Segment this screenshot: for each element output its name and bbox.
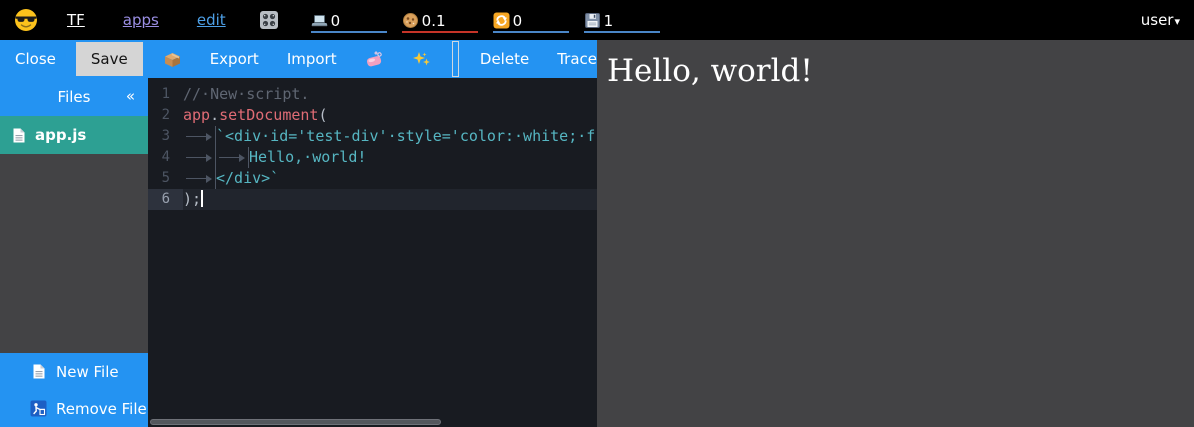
app-window: TF apps edit 0 0.1 0 1 user▾ Close Save Export I… bbox=[0, 0, 1194, 427]
stat-value: 0 bbox=[513, 13, 523, 29]
action-label: New File bbox=[56, 363, 119, 381]
code-token: setDocument bbox=[219, 106, 318, 124]
user-menu[interactable]: user▾ bbox=[1141, 11, 1180, 29]
line-content: ); bbox=[183, 189, 597, 210]
remove-file-button[interactable]: Remove File bbox=[0, 390, 148, 427]
new-file-button[interactable]: New File bbox=[0, 353, 148, 390]
line-number: 2 bbox=[148, 105, 183, 126]
import-button[interactable]: Import bbox=[287, 50, 337, 68]
editor-pane: Close Save Export Import Delete Trace Files «… bbox=[0, 40, 597, 427]
file-item-app.js[interactable]: app.js bbox=[0, 116, 148, 154]
delete-button[interactable]: Delete bbox=[480, 50, 529, 68]
code-line-2[interactable]: 2app.setDocument( bbox=[148, 105, 597, 126]
stat-value: 0.1 bbox=[422, 13, 446, 29]
code-line-6[interactable]: 6); bbox=[148, 189, 597, 210]
topbar-link-tf[interactable]: TF bbox=[67, 11, 85, 29]
stat-laptop[interactable]: 0 bbox=[311, 7, 387, 33]
tab-arrow-icon bbox=[216, 147, 249, 168]
line-content: </div>` bbox=[183, 168, 597, 189]
control-knobs-icon[interactable] bbox=[259, 10, 279, 30]
sidebar-actions: New File Remove File bbox=[0, 353, 148, 427]
line-content: //·New·script. bbox=[183, 84, 597, 105]
code-token: . bbox=[210, 106, 219, 124]
laptop-icon bbox=[311, 12, 328, 29]
tab-arrow-icon bbox=[183, 168, 216, 189]
output-text: Hello, world! bbox=[607, 53, 1194, 89]
soap-icon[interactable] bbox=[365, 50, 384, 69]
code-token: ( bbox=[318, 106, 327, 124]
floppy-disk-icon bbox=[584, 12, 601, 29]
horizontal-scrollbar[interactable] bbox=[150, 419, 441, 425]
user-menu-label: user bbox=[1141, 11, 1174, 29]
code-token: //·New·script. bbox=[183, 85, 309, 103]
code-token: ); bbox=[183, 190, 201, 208]
cookie-icon bbox=[402, 12, 419, 29]
topbar-links: TF apps edit bbox=[67, 11, 226, 29]
code-line-3[interactable]: 3 `<div·id='test-div'·style='color:·white… bbox=[148, 126, 597, 147]
file-name: app.js bbox=[35, 126, 86, 144]
chevron-down-icon: ▾ bbox=[1174, 15, 1180, 28]
code-editor[interactable]: 1//·New·script.2app.setDocument(3`<div·i… bbox=[148, 78, 597, 427]
remove-file-icon bbox=[30, 400, 47, 417]
stat-value: 1 bbox=[604, 13, 614, 29]
code-token: Hello,·world! bbox=[249, 148, 366, 166]
main-area: Close Save Export Import Delete Trace Files «… bbox=[0, 40, 1194, 427]
stat-cookie[interactable]: 0.1 bbox=[402, 7, 478, 33]
empty-toolbar-box[interactable] bbox=[452, 41, 459, 77]
stat-value: 0 bbox=[331, 13, 341, 29]
line-number: 1 bbox=[148, 84, 183, 105]
sunglasses-face-icon bbox=[14, 8, 38, 32]
editor-toolbar: Close Save Export Import Delete Trace bbox=[0, 40, 597, 78]
code-token: app bbox=[183, 106, 210, 124]
topbar: TF apps edit 0 0.1 0 1 user▾ bbox=[0, 0, 1194, 40]
code-token: </div>` bbox=[216, 169, 279, 187]
stat-floppy-disk[interactable]: 1 bbox=[584, 7, 660, 33]
tab-arrow-icon bbox=[183, 126, 216, 147]
output-panel: Hello, world! bbox=[597, 40, 1194, 427]
code-line-1[interactable]: 1//·New·script. bbox=[148, 84, 597, 105]
close-button[interactable]: Close bbox=[15, 50, 56, 68]
topbar-link-apps[interactable]: apps bbox=[123, 11, 159, 29]
action-label: Remove File bbox=[56, 400, 147, 418]
files-header: Files « bbox=[0, 78, 148, 116]
topbar-stats: 0 0.1 0 1 bbox=[311, 7, 660, 33]
line-content: `<div·id='test-div'·style='color:·white;… bbox=[183, 126, 597, 147]
trace-button[interactable]: Trace bbox=[557, 50, 597, 68]
line-number: 4 bbox=[148, 147, 183, 168]
save-button[interactable]: Save bbox=[76, 42, 143, 76]
sparkles-icon[interactable] bbox=[412, 50, 431, 69]
sidebar-collapse-button[interactable]: « bbox=[126, 87, 135, 105]
refresh-icon bbox=[493, 12, 510, 29]
line-number: 5 bbox=[148, 168, 183, 189]
line-number: 3 bbox=[148, 126, 183, 147]
files-header-title: Files bbox=[58, 88, 91, 106]
file-icon bbox=[10, 127, 27, 144]
line-content: app.setDocument( bbox=[183, 105, 597, 126]
line-content: Hello,·world! bbox=[183, 147, 597, 168]
code-line-4[interactable]: 4 Hello,·world! bbox=[148, 147, 597, 168]
file-list: app.js bbox=[0, 116, 148, 353]
files-sidebar: Files « app.js New File Remove File bbox=[0, 78, 148, 427]
stat-refresh[interactable]: 0 bbox=[493, 7, 569, 33]
new-file-icon bbox=[30, 363, 47, 380]
line-number: 6 bbox=[148, 189, 183, 210]
code-token: `<div·id='test-div'·style='color:·white;… bbox=[216, 127, 595, 145]
topbar-link-edit[interactable]: edit bbox=[197, 11, 226, 29]
text-cursor bbox=[201, 190, 203, 207]
workspace: Files « app.js New File Remove File 1//·N… bbox=[0, 78, 597, 427]
package-icon[interactable] bbox=[163, 50, 182, 69]
tab-arrow-icon bbox=[183, 147, 216, 168]
export-button[interactable]: Export bbox=[210, 50, 259, 68]
code-line-5[interactable]: 5 </div>` bbox=[148, 168, 597, 189]
